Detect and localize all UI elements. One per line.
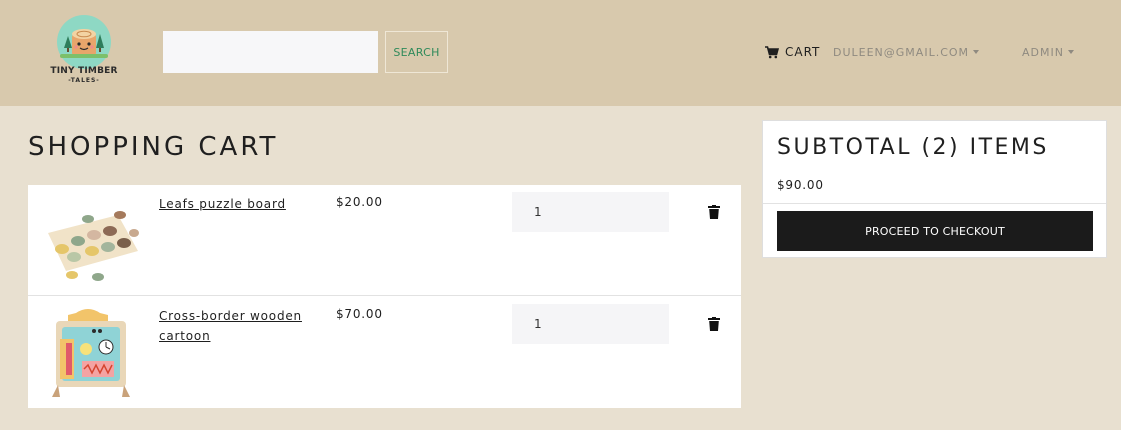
cart-item-row: Cross-border wooden cartoon $70.00 1 [28, 297, 741, 408]
tree-stump-logo-icon [57, 15, 111, 69]
leaf-puzzle-board-image [38, 193, 142, 289]
quantity-value: 1 [534, 317, 542, 331]
order-summary-card: SUBTOTAL (2) ITEMS $90.00 PROCEED TO CHE… [762, 120, 1107, 258]
trash-icon[interactable] [708, 205, 720, 219]
nav-cart-link[interactable]: CART [765, 44, 820, 60]
proceed-to-checkout-button[interactable]: PROCEED TO CHECKOUT [777, 211, 1093, 251]
admin-menu-dropdown[interactable]: ADMIN [1022, 44, 1074, 60]
caret-down-icon [1067, 49, 1074, 54]
brand-logo[interactable]: TINY TIMBER -TALES- [44, 14, 124, 90]
wooden-busy-board-image [38, 305, 142, 401]
caret-down-icon [973, 49, 980, 54]
cart-item-price: $20.00 [336, 195, 383, 209]
search-button[interactable]: SEARCH [385, 31, 448, 73]
summary-divider [763, 203, 1106, 204]
site-header: TINY TIMBER -TALES- SEARCH CART DULEEN@G… [0, 0, 1121, 106]
cart-items-list: Leafs puzzle board $20.00 1 Cross-border… [28, 185, 741, 408]
subtotal-amount: $90.00 [777, 178, 824, 192]
subtotal-heading: SUBTOTAL (2) ITEMS [777, 135, 1049, 160]
page-title: SHOPPING CART [28, 132, 279, 162]
admin-menu-label: ADMIN [1022, 45, 1064, 59]
search-input[interactable] [163, 31, 378, 73]
nav-cart-label: CART [785, 45, 821, 59]
user-menu-label: DULEEN@GMAIL.COM [833, 45, 970, 59]
brand-tagline: -TALES- [68, 77, 100, 84]
cart-item-row: Leafs puzzle board $20.00 1 [28, 185, 741, 296]
brand-wordmark: TINY TIMBER -TALES- [44, 66, 124, 86]
cart-item-name-link[interactable]: Leafs puzzle board [159, 194, 319, 214]
quantity-select[interactable]: 1 [512, 192, 669, 232]
quantity-select[interactable]: 1 [512, 304, 669, 344]
shopping-cart-icon [765, 45, 779, 58]
user-menu-dropdown[interactable]: DULEEN@GMAIL.COM [833, 44, 980, 60]
quantity-value: 1 [534, 205, 542, 219]
brand-name: TINY TIMBER [50, 66, 118, 76]
trash-icon[interactable] [708, 317, 720, 331]
cart-item-name-link[interactable]: Cross-border wooden cartoon [159, 306, 319, 346]
cart-item-price: $70.00 [336, 307, 383, 321]
